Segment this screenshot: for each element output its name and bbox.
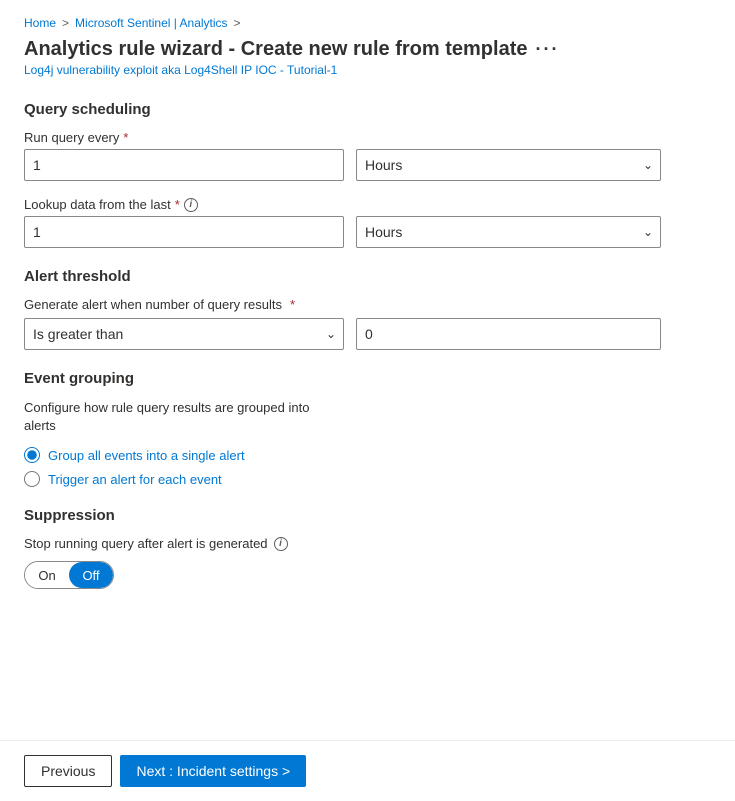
threshold-label-text: Generate alert when number of query resu… (24, 297, 282, 312)
previous-button[interactable]: Previous (24, 755, 112, 787)
lookup-unit-group: Hours Minutes Days ⌄ (356, 216, 661, 248)
event-grouping-description: Configure how rule query results are gro… (24, 399, 334, 435)
event-grouping-title: Event grouping (24, 370, 711, 387)
radio-each-event-input[interactable] (24, 471, 40, 487)
lookup-unit-wrapper: Hours Minutes Days ⌄ (356, 216, 661, 248)
suppression-description: Stop running query after alert is genera… (24, 536, 711, 551)
radio-group-all-label: Group all events into a single alert (48, 448, 245, 463)
page-title-menu[interactable]: ··· (535, 39, 559, 60)
event-grouping-options: Group all events into a single alert Tri… (24, 447, 711, 487)
radio-group-all-input[interactable] (24, 447, 40, 463)
breadcrumb-sep1: > (62, 16, 69, 30)
run-query-label: Run query every * (24, 130, 344, 145)
lookup-info-icon[interactable]: i (184, 198, 198, 212)
run-query-unit-group: Hours Minutes Days ⌄ (356, 149, 661, 181)
next-button[interactable]: Next : Incident settings > (120, 755, 306, 787)
run-query-unit-select[interactable]: Hours Minutes Days (356, 149, 661, 181)
threshold-inputs: Is greater than Is less than Is equal to… (24, 318, 711, 350)
lookup-unit-select[interactable]: Hours Minutes Days (356, 216, 661, 248)
suppression-toggle[interactable]: On Off (24, 561, 114, 589)
threshold-label-row: Generate alert when number of query resu… (24, 297, 711, 312)
breadcrumb: Home > Microsoft Sentinel | Analytics > (24, 16, 711, 30)
threshold-value-input[interactable] (356, 318, 661, 350)
page-title: Analytics rule wizard - Create new rule … (24, 38, 711, 61)
run-query-row: Run query every * Hours Minutes Days ⌄ (24, 130, 711, 181)
run-query-unit-wrapper: Hours Minutes Days ⌄ (356, 149, 661, 181)
run-query-group: Run query every * (24, 130, 344, 181)
threshold-condition-select[interactable]: Is greater than Is less than Is equal to… (24, 318, 344, 350)
footer: Previous Next : Incident settings > (0, 740, 735, 801)
lookup-group: Lookup data from the last * i (24, 197, 344, 248)
toggle-off[interactable]: Off (69, 562, 113, 588)
lookup-label: Lookup data from the last * i (24, 197, 344, 212)
breadcrumb-sep2: > (234, 16, 241, 30)
query-scheduling-title: Query scheduling (24, 101, 711, 118)
run-query-label-text: Run query every (24, 130, 119, 145)
page-subtitle: Log4j vulnerability exploit aka Log4Shel… (24, 63, 711, 77)
radio-each-event-label: Trigger an alert for each event (48, 472, 222, 487)
suppression-description-text: Stop running query after alert is genera… (24, 536, 268, 551)
run-query-input[interactable] (24, 149, 344, 181)
suppression-title: Suppression (24, 507, 711, 524)
threshold-condition-wrapper: Is greater than Is less than Is equal to… (24, 318, 344, 350)
lookup-required: * (175, 197, 180, 212)
radio-each-event[interactable]: Trigger an alert for each event (24, 471, 711, 487)
alert-threshold-title: Alert threshold (24, 268, 711, 285)
page-title-text: Analytics rule wizard - Create new rule … (24, 38, 527, 61)
radio-group-all[interactable]: Group all events into a single alert (24, 447, 711, 463)
suppression-info-icon[interactable]: i (274, 537, 288, 551)
threshold-value-wrapper (356, 318, 661, 350)
toggle-on[interactable]: On (25, 562, 69, 588)
run-query-required: * (123, 130, 128, 145)
threshold-required: * (290, 297, 295, 312)
lookup-row: Lookup data from the last * i Hours Minu… (24, 197, 711, 248)
breadcrumb-home[interactable]: Home (24, 16, 56, 30)
lookup-input[interactable] (24, 216, 344, 248)
breadcrumb-sentinel[interactable]: Microsoft Sentinel | Analytics (75, 16, 228, 30)
lookup-label-text: Lookup data from the last (24, 197, 171, 212)
